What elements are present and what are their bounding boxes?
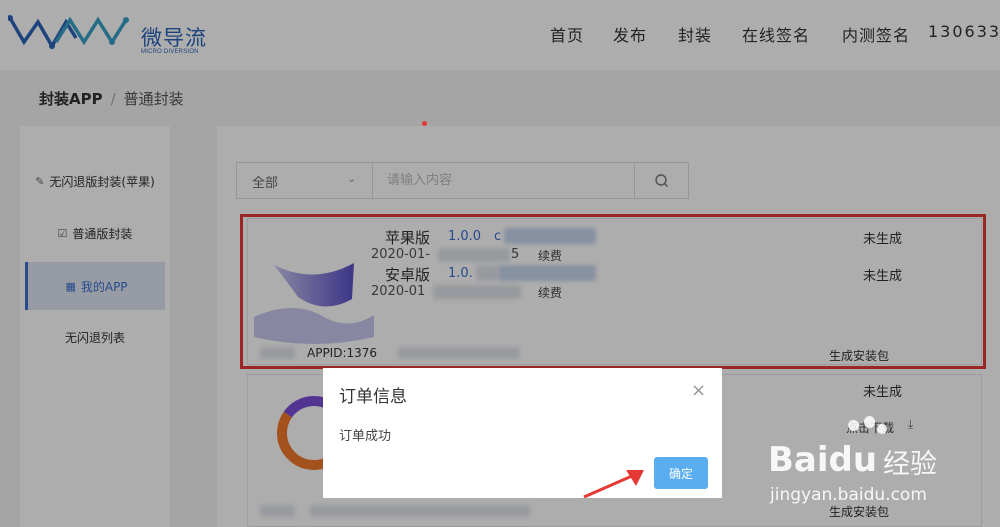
watermark-brand: Baidu xyxy=(768,440,878,480)
order-dialog: 订单信息 × 订单成功 确定 xyxy=(323,368,722,498)
paw-dot-icon xyxy=(877,424,887,434)
dialog-title: 订单信息 xyxy=(339,387,407,407)
watermark-cn: 经验 xyxy=(883,449,937,480)
paw-dot-icon xyxy=(848,420,859,431)
close-icon[interactable]: × xyxy=(691,380,706,401)
baidu-watermark: Baidu 经验 jingyan.baidu.com xyxy=(765,416,995,518)
dialog-message: 订单成功 xyxy=(339,429,392,444)
confirm-button[interactable]: 确定 xyxy=(654,457,708,489)
arrow-annotation-icon xyxy=(583,470,644,499)
paw-dot-icon xyxy=(864,416,875,428)
watermark-url: jingyan.baidu.com xyxy=(770,485,927,505)
red-dot-marker xyxy=(422,121,427,126)
